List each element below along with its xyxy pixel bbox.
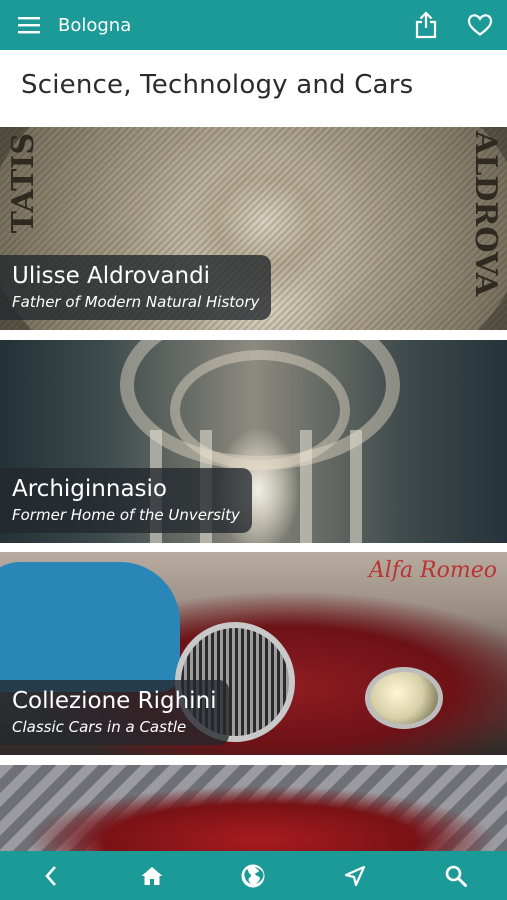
wall-sign: Alfa Romeo: [368, 558, 497, 583]
heart-icon: [467, 14, 493, 36]
card-subtitle: Father of Modern Natural History: [12, 293, 260, 311]
back-button[interactable]: [21, 851, 81, 900]
engraving-letters-left: TATIS: [6, 133, 41, 234]
card-caption: Collezione Righini Classic Cars in a Cas…: [0, 680, 229, 745]
arch-column: [300, 430, 312, 543]
app-title: Bologna: [58, 14, 132, 36]
bottom-nav-bar: [0, 851, 507, 900]
car-headlamp: [365, 667, 443, 729]
home-button[interactable]: [122, 851, 182, 900]
card-title: Collezione Righini: [12, 688, 217, 714]
card-ulisse-aldrovandi[interactable]: TATIS ALDROVA Ulisse Aldrovandi Father o…: [0, 127, 507, 330]
globe-icon: [241, 864, 265, 887]
blue-car: [0, 562, 180, 692]
home-icon: [141, 866, 163, 885]
card-title: Archiginnasio: [12, 476, 167, 502]
share-icon: [415, 11, 437, 39]
card-title: Ulisse Aldrovandi: [12, 263, 211, 289]
card-archiginnasio[interactable]: Archiginnasio Former Home of the Unversi…: [0, 340, 507, 543]
card-collezione-righini[interactable]: Alfa Romeo Collezione Righini Classic Ca…: [0, 552, 507, 755]
card-photo: [0, 765, 507, 851]
search-button[interactable]: [426, 851, 486, 900]
favorite-button[interactable]: [453, 0, 507, 50]
menu-button[interactable]: [0, 0, 58, 50]
card-subtitle: Classic Cars in a Castle: [12, 718, 187, 736]
card-caption: Ulisse Aldrovandi Father of Modern Natur…: [0, 255, 272, 320]
card-caption: Archiginnasio Former Home of the Unversi…: [0, 468, 252, 533]
card-race-car[interactable]: [0, 765, 507, 851]
search-icon: [445, 865, 468, 887]
arch-column: [350, 430, 362, 543]
card-subtitle: Former Home of the Unversity: [12, 506, 240, 524]
share-button[interactable]: [399, 0, 453, 50]
navigate-button[interactable]: [325, 851, 385, 900]
back-icon: [44, 865, 56, 886]
top-app-bar: Bologna: [0, 0, 507, 50]
engraving-letters-right: ALDROVA: [468, 131, 503, 297]
navigate-icon: [344, 865, 365, 886]
globe-button[interactable]: [223, 851, 283, 900]
arch-vault-inner: [170, 350, 350, 470]
page-title: Science, Technology and Cars: [21, 70, 414, 100]
hamburger-icon: [18, 17, 40, 34]
